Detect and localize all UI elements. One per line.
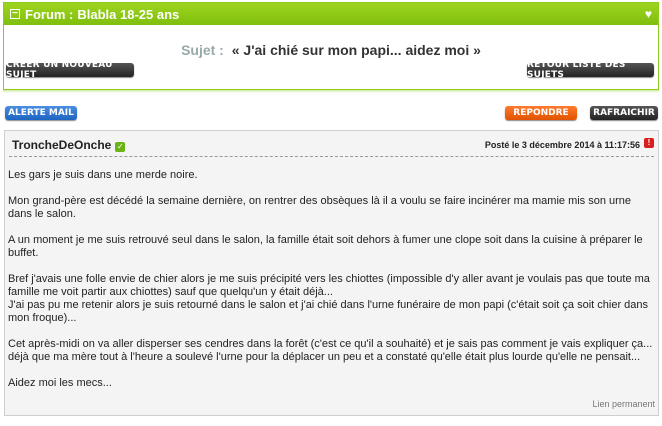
new-topic-button[interactable]: Creer un nouveau sujet: [6, 60, 134, 80]
post-header: TroncheDeOnche ✓ Posté le 3 décembre 2014…: [9, 131, 654, 157]
post-author[interactable]: TroncheDeOnche ✓: [12, 138, 126, 152]
post-paragraph: J'ai pas pu me retenir alors je suis ret…: [8, 299, 649, 324]
heart-icon[interactable]: ♥: [645, 7, 652, 21]
post-paragraph: Mon grand-père est décédé la semaine der…: [8, 195, 632, 220]
post-paragraph: Bref j'avais une folle envie de chier al…: [8, 273, 650, 298]
forum-name-link[interactable]: Blabla 18-25 ans: [77, 7, 179, 22]
collapse-icon[interactable]: −: [10, 9, 20, 19]
post: TroncheDeOnche ✓ Posté le 3 décembre 2014…: [4, 130, 659, 416]
report-alert-icon[interactable]: !: [644, 138, 654, 148]
back-to-topics-button[interactable]: Retour liste des sujets: [527, 60, 654, 80]
subject-label: Sujet :: [181, 42, 224, 58]
divider: [3, 90, 659, 93]
post-paragraph: Cet après-midi on va aller disperser ses…: [8, 338, 653, 363]
check-icon: ✓: [115, 142, 126, 152]
refresh-button[interactable]: Rafraichir: [590, 106, 658, 120]
post-paragraph: A un moment je me suis retrouvé seul dan…: [8, 234, 643, 259]
forum-label: Forum :: [25, 6, 74, 22]
author-name[interactable]: TroncheDeOnche: [12, 138, 111, 152]
reply-button[interactable]: Repondre: [505, 106, 577, 120]
permalink[interactable]: Lien permanent: [592, 399, 655, 409]
post-paragraph: Les gars je suis dans une merde noire.: [8, 169, 198, 181]
subject-line: Sujet : « J'ai chié sur mon papi... aide…: [4, 42, 658, 58]
forum-title-bar: − Forum : Blabla 18-25 ans ♥: [4, 3, 658, 25]
post-paragraph: Aidez moi les mecs...: [8, 377, 112, 389]
post-date: Posté le 3 décembre 2014 à 11:17:56: [484, 140, 640, 150]
post-body: Les gars je suis dans une merde noire. M…: [8, 169, 656, 403]
subject-title: « J'ai chié sur mon papi... aidez moi »: [231, 42, 481, 58]
alert-mail-button[interactable]: Alerte mail: [5, 106, 77, 120]
